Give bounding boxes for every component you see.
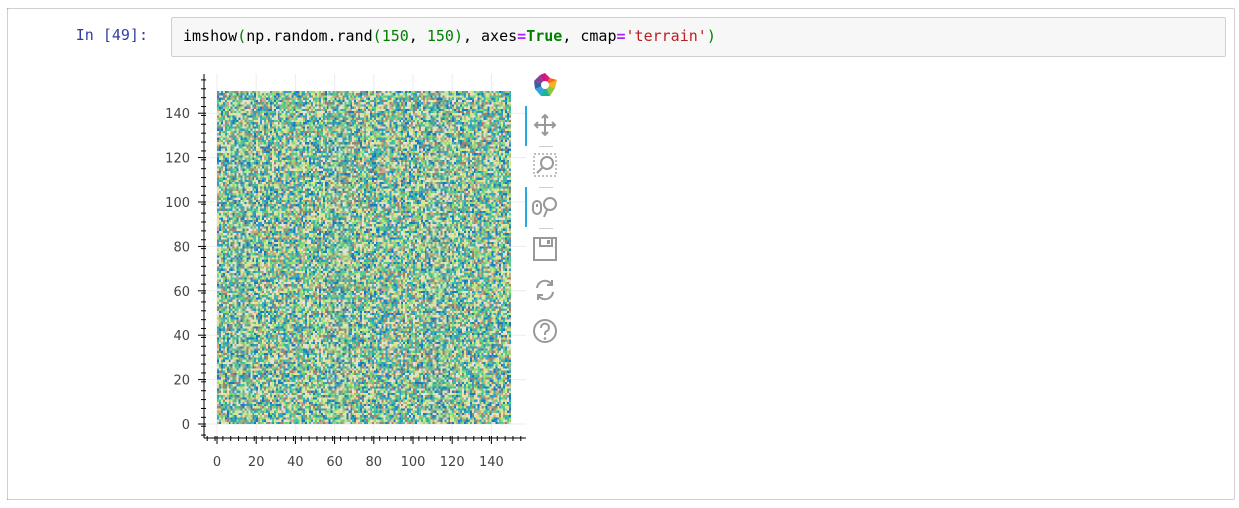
y-tick-label: 60 [173,285,190,300]
code-string-terrain: 'terrain' [625,27,707,45]
help-icon[interactable] [530,316,560,346]
code-kwarg-cmap: cmap [580,27,617,45]
code-number-1: 150 [381,27,409,45]
toolbar-separator [539,187,553,188]
x-tick-label: 140 [479,455,504,470]
y-tick-label: 140 [165,107,190,122]
x-tick-label: 100 [401,455,426,470]
code-close-paren-2: ) [453,27,463,45]
wheel-zoom-active-indicator [525,187,527,227]
box-zoom-icon[interactable] [530,150,560,180]
toolbar-separator [539,228,553,229]
pan-active-indicator [525,106,527,146]
code-equals-1: = [517,27,527,45]
y-tick-label: 120 [165,152,190,167]
code-comma-1: , [408,27,427,45]
x-tick-label: 0 [213,455,221,470]
code-open-paren-2: ( [372,27,382,45]
plot-toolbar [522,66,572,366]
x-tick-label: 60 [326,455,343,470]
code-call: np.random.rand [246,27,373,45]
y-tick-label: 100 [165,196,190,211]
x-tick-label: 120 [440,455,465,470]
code-input-area[interactable]: imshow(np.random.rand(150, 150), axes=Tr… [171,17,1226,57]
x-tick-label: 80 [366,455,383,470]
wheel-zoom-icon[interactable] [530,192,560,222]
code-value-true: True [526,27,563,45]
code-comma-3: , [562,27,581,45]
toolbar-separator [539,146,553,147]
y-tick-label: 80 [173,240,190,255]
code-fn: imshow [183,27,238,45]
input-prompt: In [49]: [75,26,148,44]
y-tick-label: 20 [173,374,190,389]
plot-canvas[interactable]: 0 20 40 60 80 100 120 140 0 20 40 60 80 100 120 140 [150,60,530,490]
code-equals-2: = [616,27,626,45]
code-line: imshow(np.random.rand(150, 150), axes=Tr… [183,27,716,45]
save-icon[interactable] [530,234,560,264]
reset-icon[interactable] [530,275,560,305]
x-tick-label: 40 [287,455,304,470]
bokeh-logo-icon[interactable] [530,70,560,100]
code-close-paren: ) [706,27,716,45]
code-number-2: 150 [426,27,454,45]
code-kwarg-axes: axes [481,27,518,45]
heatmap-image [217,91,511,424]
code-comma-2: , [462,27,482,45]
y-tick-label: 0 [182,418,190,433]
code-open-paren: ( [237,27,247,45]
pan-icon[interactable] [530,110,560,140]
x-tick-label: 20 [248,455,265,470]
y-tick-label: 40 [173,329,190,344]
